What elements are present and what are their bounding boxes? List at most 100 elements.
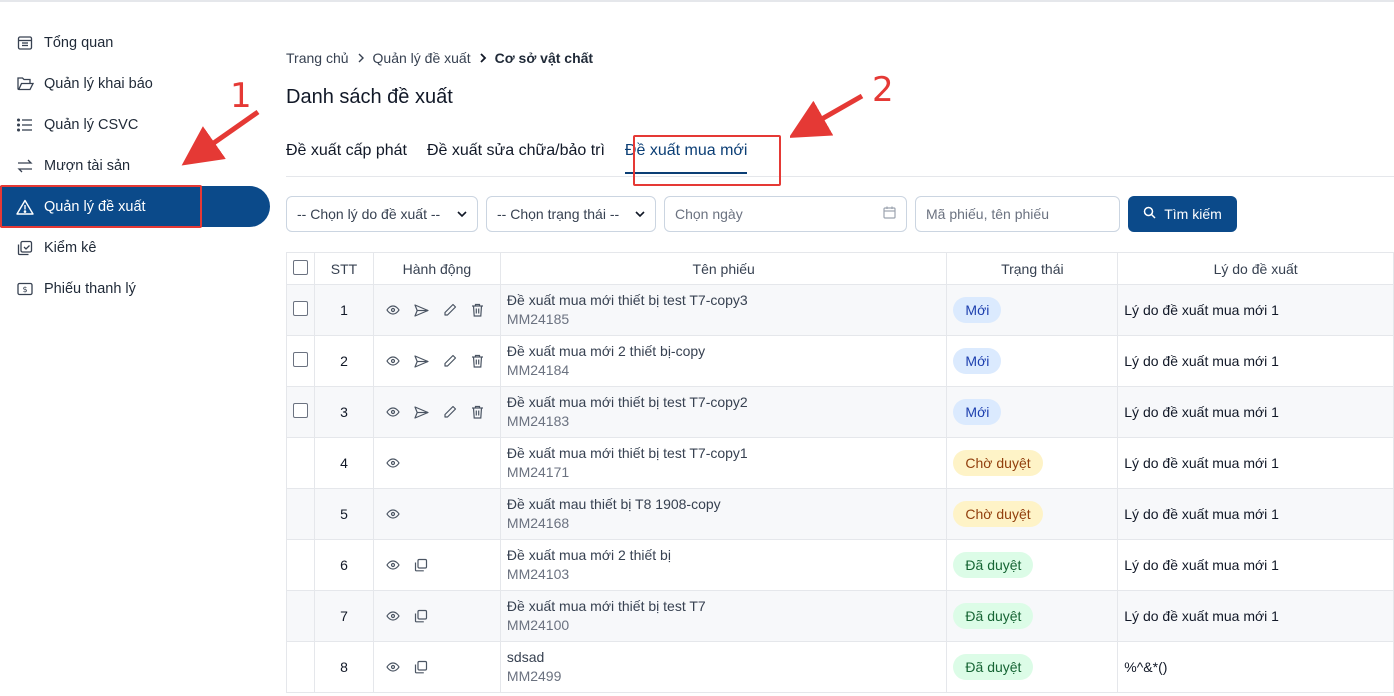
sidebar-item-kiem-ke[interactable]: Kiểm kê <box>0 227 272 268</box>
delete-icon[interactable] <box>471 354 484 368</box>
row-status-cell: Mới <box>946 386 1119 438</box>
view-icon[interactable] <box>386 662 400 672</box>
sidebar-item-label: Phiếu thanh lý <box>44 280 136 297</box>
view-icon[interactable] <box>386 509 400 519</box>
sidebar-item-tong-quan[interactable]: Tổng quan <box>0 22 272 63</box>
breadcrumb-parent[interactable]: Quản lý đề xuất <box>373 50 471 66</box>
search-button[interactable]: Tìm kiếm <box>1128 196 1237 232</box>
table-row: 5 Đề xuất mau thiết bị T8 1908-copy MM24… <box>286 488 1394 540</box>
date-picker-input[interactable]: Chọn ngày <box>664 196 907 232</box>
row-stt: 7 <box>313 590 374 642</box>
row-code: MM24184 <box>506 362 570 378</box>
view-icon[interactable] <box>386 356 400 366</box>
view-icon[interactable] <box>386 458 400 468</box>
row-reason: Lý do đề xuất mua mới 1 <box>1117 488 1394 540</box>
status-badge: Chờ duyệt <box>953 501 1043 527</box>
row-name-cell: Đề xuất mua mới 2 thiết bị MM24103 <box>499 539 948 591</box>
row-code: MM24100 <box>506 617 570 633</box>
date-placeholder: Chọn ngày <box>675 206 743 222</box>
row-reason: Lý do đề xuất mua mới 1 <box>1117 539 1394 591</box>
view-icon[interactable] <box>386 407 400 417</box>
sidebar-item-phieu-thanh-ly[interactable]: $ Phiếu thanh lý <box>0 268 272 309</box>
edit-icon[interactable] <box>443 354 457 368</box>
row-checkbox[interactable] <box>292 403 308 418</box>
row-name[interactable]: Đề xuất mua mới 2 thiết bị-copy <box>507 342 947 360</box>
row-code: MM24168 <box>506 515 570 531</box>
search-placeholder: Mã phiếu, tên phiếu <box>926 206 1049 222</box>
row-select-cell <box>286 335 315 387</box>
row-name[interactable]: Đề xuất mua mới thiết bị test T7-copy2 <box>507 393 947 411</box>
svg-text:$: $ <box>22 285 27 294</box>
row-reason: Lý do đề xuất mua mới 1 <box>1117 335 1394 387</box>
status-select-value: -- Chọn trạng thái -- <box>497 206 620 222</box>
copy-icon[interactable] <box>414 558 428 572</box>
send-icon[interactable] <box>414 303 429 317</box>
row-name[interactable]: Đề xuất mua mới thiết bị test T7-copy3 <box>507 291 947 309</box>
row-name[interactable]: Đề xuất mua mới thiết bị test T7-copy1 <box>507 444 947 462</box>
edit-icon[interactable] <box>443 405 457 419</box>
row-checkbox[interactable] <box>292 352 308 367</box>
table-header-row: STT Hành động Tên phiếu Trạng thái Lý do… <box>286 252 1394 285</box>
search-input[interactable]: Mã phiếu, tên phiếu <box>915 196 1120 232</box>
row-name[interactable]: Đề xuất mau thiết bị T8 1908-copy <box>507 495 947 513</box>
select-all-checkbox[interactable] <box>292 259 308 275</box>
view-icon[interactable] <box>386 560 400 570</box>
row-actions <box>372 590 501 642</box>
status-badge: Đã duyệt <box>953 654 1034 680</box>
row-name[interactable]: Đề xuất mua mới 2 thiết bị <box>507 546 947 564</box>
status-badge: Chờ duyệt <box>953 450 1043 476</box>
row-reason: Lý do đề xuất mua mới 1 <box>1117 437 1394 489</box>
row-name-cell: Đề xuất mua mới thiết bị test T7-copy2 M… <box>499 386 948 438</box>
copy-icon[interactable] <box>414 660 428 674</box>
row-checkbox[interactable] <box>292 301 308 316</box>
table-row: 2 Đề xuất mua mới 2 thiết bị-copy MM2418… <box>286 335 1394 387</box>
row-stt: 5 <box>313 488 374 540</box>
table-row: 7 Đề xuất mua mới thiết bị test T7 MM241… <box>286 590 1394 642</box>
page-title: Danh sách đề xuất <box>286 86 453 108</box>
status-badge: Mới <box>953 399 1002 425</box>
edit-icon[interactable] <box>443 303 457 317</box>
row-name-cell: Đề xuất mua mới thiết bị test T7-copy3 M… <box>499 284 948 336</box>
sidebar-item-quan-ly-de-xuat[interactable]: Quản lý đề xuất <box>0 186 270 227</box>
row-actions <box>372 539 501 591</box>
view-icon[interactable] <box>386 611 400 621</box>
row-actions <box>372 284 501 336</box>
tab-de-xuat-cap-phat[interactable]: Đề xuất cấp phát <box>286 142 407 174</box>
row-code: MM24183 <box>506 413 570 429</box>
swap-icon <box>16 157 34 175</box>
view-icon[interactable] <box>386 305 400 315</box>
breadcrumb-home[interactable]: Trang chủ <box>286 50 349 66</box>
row-name[interactable]: sdsad <box>507 648 947 666</box>
row-actions <box>372 386 501 438</box>
status-badge: Đã duyệt <box>953 552 1034 578</box>
reason-select[interactable]: -- Chọn lý do đề xuất -- <box>286 196 478 232</box>
sidebar-item-muon-tai-san[interactable]: Mượn tài sản <box>0 145 272 186</box>
row-status-cell: Chờ duyệt <box>946 437 1119 489</box>
row-actions <box>372 437 501 489</box>
tab-de-xuat-mua-moi[interactable]: Đề xuất mua mới <box>624 142 748 174</box>
delete-icon[interactable] <box>471 303 484 317</box>
row-code: MM24185 <box>506 311 570 327</box>
chevron-down-icon <box>635 207 645 221</box>
search-icon <box>1143 206 1156 222</box>
row-name[interactable]: Đề xuất mua mới thiết bị test T7 <box>507 597 947 615</box>
send-icon[interactable] <box>414 405 429 419</box>
list-icon <box>16 116 34 134</box>
delete-icon[interactable] <box>471 405 484 419</box>
send-icon[interactable] <box>414 354 429 368</box>
row-select-cell <box>286 488 315 540</box>
tab-de-xuat-sua-chua-bao-tri[interactable]: Đề xuất sửa chữa/bảo trì <box>427 142 605 174</box>
table-row: 3 Đề xuất mua mới thiết bị test T7-copy2… <box>286 386 1394 438</box>
header-reason: Lý do đề xuất <box>1117 252 1394 285</box>
copy-icon[interactable] <box>414 609 428 623</box>
header-stt: STT <box>313 252 374 285</box>
row-status-cell: Mới <box>946 284 1119 336</box>
status-select[interactable]: -- Chọn trạng thái -- <box>486 196 656 232</box>
reason-select-value: -- Chọn lý do đề xuất -- <box>297 206 441 222</box>
row-select-cell <box>286 641 315 693</box>
row-select-cell <box>286 539 315 591</box>
calendar-icon[interactable] <box>883 206 896 222</box>
row-actions <box>372 488 501 540</box>
row-stt: 1 <box>313 284 374 336</box>
table-row: 4 Đề xuất mua mới thiết bị test T7-copy1… <box>286 437 1394 489</box>
